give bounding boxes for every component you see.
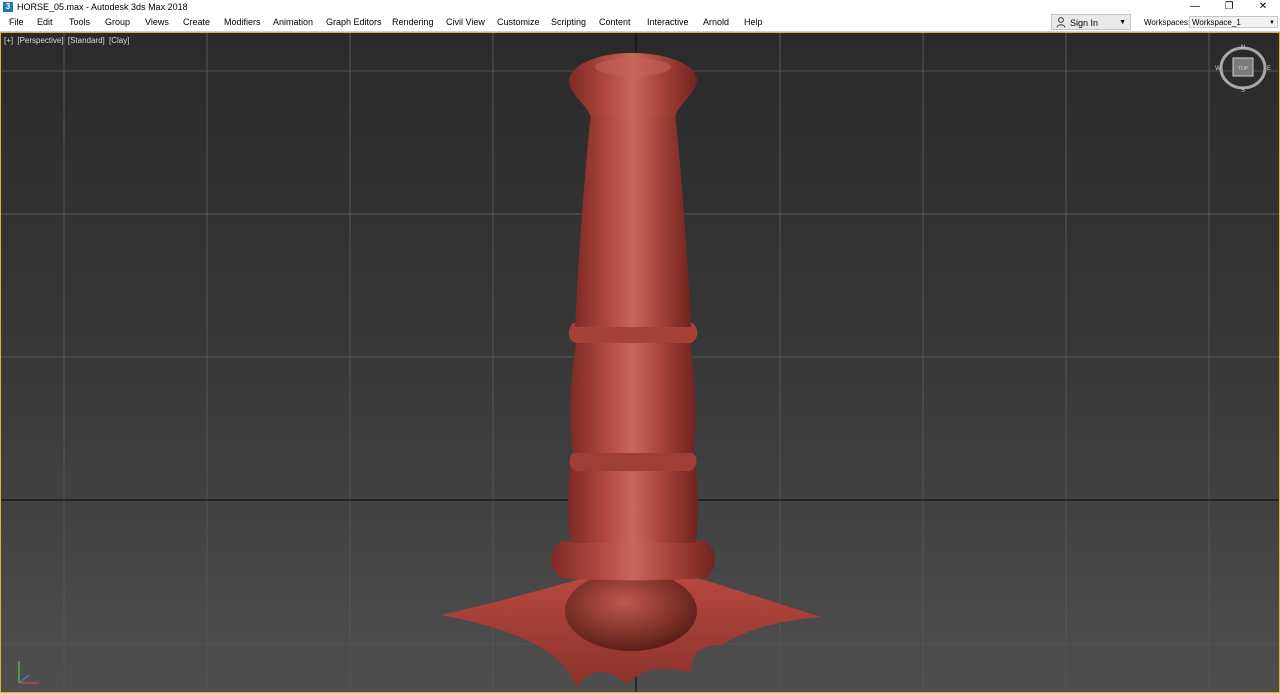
menu-scripting[interactable]: Scripting — [551, 14, 586, 31]
menu-content[interactable]: Content — [599, 14, 631, 31]
menu-views[interactable]: Views — [145, 14, 169, 31]
viewport-label[interactable]: [+] [Perspective] [Standard] [Clay] — [4, 36, 131, 45]
title-bar: 3 HORSE_05.max - Autodesk 3ds Max 2018 —… — [0, 0, 1280, 14]
workspace-selected-value: Workspace_1 — [1192, 18, 1241, 27]
viewport-shading-standard[interactable]: [Standard] — [68, 36, 105, 45]
menu-group[interactable]: Group — [105, 14, 130, 31]
workspaces-label: Workspaces: — [1144, 18, 1191, 27]
viewport-menu-plus[interactable]: [+] — [4, 36, 13, 45]
model-ball — [565, 571, 697, 651]
restore-button[interactable]: ❐ — [1212, 0, 1246, 14]
viewport-point-of-view[interactable]: [Perspective] — [17, 36, 63, 45]
menu-animation[interactable]: Animation — [273, 14, 313, 31]
menu-graph-editors[interactable]: Graph Editors — [326, 14, 382, 31]
viewport-scene[interactable] — [1, 33, 1279, 692]
menu-tools[interactable]: Tools — [69, 14, 90, 31]
menu-arnold[interactable]: Arnold — [703, 14, 729, 31]
model-shaft-lower — [568, 461, 698, 543]
viewcube-icon[interactable]: TOP N S E W — [1213, 43, 1273, 93]
model-shaft-middle — [570, 337, 696, 465]
axis-tripod-icon — [18, 661, 39, 684]
sign-in-dropdown[interactable]: Sign In ▼ — [1051, 14, 1131, 30]
perspective-viewport[interactable]: [+] [Perspective] [Standard] [Clay] TOP … — [0, 32, 1280, 693]
menu-help[interactable]: Help — [744, 14, 763, 31]
model-head-highlight — [595, 58, 671, 76]
menu-rendering[interactable]: Rendering — [392, 14, 434, 31]
viewcube-north[interactable]: N — [1241, 45, 1245, 51]
user-icon — [1056, 17, 1066, 28]
viewcube-face-label: TOP — [1238, 66, 1249, 72]
chevron-down-icon: ▼ — [1269, 20, 1275, 26]
viewcube-south[interactable]: S — [1241, 88, 1245, 93]
workspace-select[interactable]: Workspace_1 ▼ — [1189, 16, 1278, 28]
window-controls: — ❐ ✕ — [1178, 0, 1280, 14]
menu-customize[interactable]: Customize — [497, 14, 540, 31]
minimize-button[interactable]: — — [1178, 0, 1212, 14]
model-shaft-upper — [575, 111, 691, 327]
menu-modifiers[interactable]: Modifiers — [224, 14, 261, 31]
menu-interactive[interactable]: Interactive — [647, 14, 689, 31]
model-collar-lower — [551, 541, 716, 581]
menu-create[interactable]: Create — [183, 14, 210, 31]
menu-file[interactable]: File — [9, 14, 24, 31]
menu-edit[interactable]: Edit — [37, 14, 53, 31]
clay-model[interactable] — [441, 53, 821, 689]
viewcube-west[interactable]: W — [1215, 66, 1221, 72]
viewport-shading-clay[interactable]: [Clay] — [109, 36, 129, 45]
window-title: HORSE_05.max - Autodesk 3ds Max 2018 — [17, 2, 188, 12]
model-ring-lower — [569, 453, 697, 471]
viewcube-east[interactable]: E — [1267, 66, 1271, 72]
menu-civil-view[interactable]: Civil View — [446, 14, 485, 31]
app-logo-icon: 3 — [3, 2, 13, 12]
sign-in-label: Sign In — [1070, 18, 1099, 28]
close-button[interactable]: ✕ — [1246, 0, 1280, 14]
chevron-down-icon: ▼ — [1119, 19, 1126, 26]
